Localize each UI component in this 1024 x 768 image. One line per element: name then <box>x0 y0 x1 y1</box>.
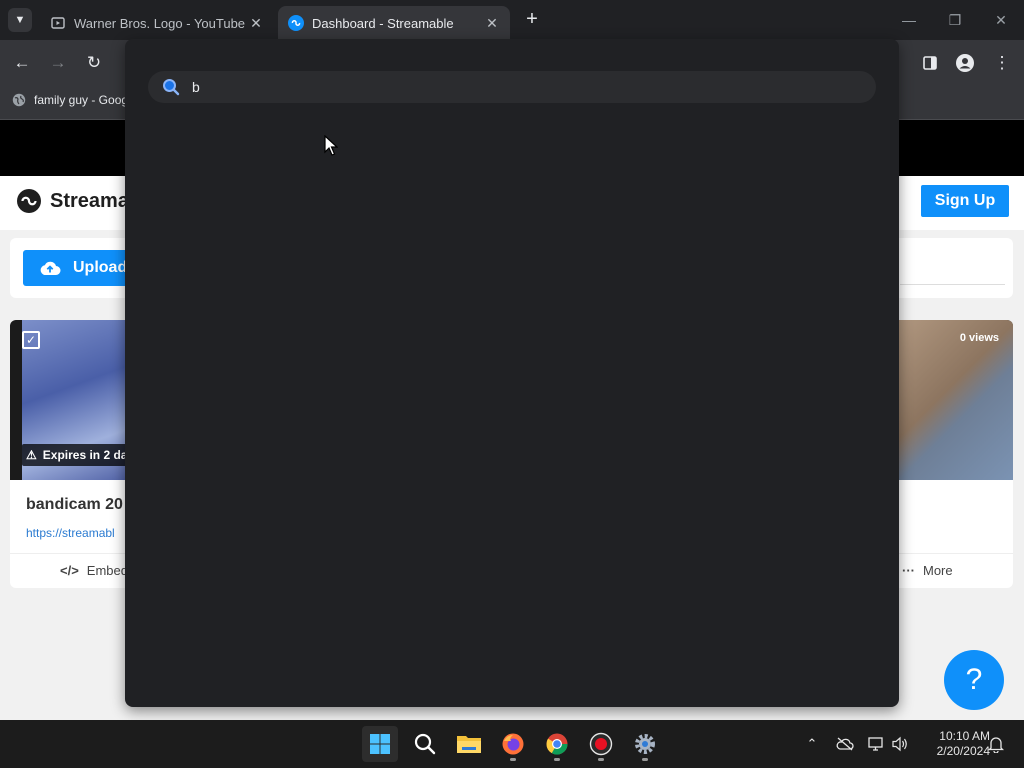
globe-icon <box>12 93 26 107</box>
network-icon[interactable] <box>866 734 886 754</box>
sign-up-button[interactable]: Sign Up <box>921 185 1009 217</box>
upload-label: Upload <box>73 259 128 276</box>
system-clock[interactable]: 10:10 AM 2/20/2024 <box>918 729 990 759</box>
more-dots-icon: ··· <box>902 563 915 578</box>
forward-arrow-icon[interactable]: → <box>45 50 71 76</box>
start-button[interactable] <box>362 726 398 762</box>
firefox-icon <box>502 733 524 755</box>
folder-icon <box>457 736 481 753</box>
search-icon <box>414 733 436 755</box>
running-indicator <box>598 758 604 761</box>
address-input[interactable] <box>192 72 876 102</box>
omnibox-dropdown <box>125 39 899 707</box>
address-bar[interactable] <box>148 71 876 103</box>
cloud-upload-icon <box>40 261 61 275</box>
chrome-button[interactable] <box>539 726 575 762</box>
more-label: More <box>923 563 953 578</box>
windows-icon <box>370 734 390 754</box>
chevron-up-icon[interactable]: ⌃ <box>802 734 822 754</box>
bookmark-family-guy[interactable]: family guy - Goog <box>12 93 128 107</box>
close-tab-icon[interactable]: ✕ <box>484 15 500 31</box>
running-indicator <box>554 758 560 761</box>
new-tab-button[interactable]: + <box>520 8 544 32</box>
running-indicator <box>642 758 648 761</box>
taskbar: ⌃ 10:10 AM 2/20/2024 <box>0 720 1024 768</box>
notification-bell-icon[interactable] <box>986 734 1006 754</box>
tab-search-button[interactable]: ▼ <box>8 8 32 32</box>
logo-text: Streama <box>50 189 129 212</box>
streamable-logo-icon <box>17 189 41 213</box>
gear-icon <box>635 734 655 754</box>
clock-time: 10:10 AM <box>939 729 990 743</box>
code-icon: </> <box>60 563 79 578</box>
embed-label: Embed <box>86 563 128 578</box>
tab-title: Warner Bros. Logo - YouTube <box>74 15 246 31</box>
reload-icon[interactable]: ↻ <box>81 50 107 76</box>
taskbar-search-button[interactable] <box>407 726 443 762</box>
streamable-logo[interactable]: Streama <box>16 188 129 214</box>
views-count: 0 views <box>959 332 999 344</box>
settings-button[interactable] <box>627 726 663 762</box>
close-window-icon[interactable]: ✕ <box>978 0 1024 40</box>
chevron-down-icon: ▼ <box>14 14 26 26</box>
streamable-icon <box>288 15 304 31</box>
record-icon <box>589 732 613 756</box>
thumbnail-image <box>890 320 1013 480</box>
chrome-icon <box>546 733 568 755</box>
volume-icon[interactable] <box>890 734 910 754</box>
file-explorer-button[interactable] <box>451 726 487 762</box>
video-link[interactable]: https://streamabl <box>26 526 115 540</box>
tab-title: Dashboard - Streamable <box>312 15 454 31</box>
divider <box>900 284 1005 285</box>
help-button[interactable]: ? <box>944 650 1004 710</box>
embed-button[interactable]: </> Embed <box>60 563 128 578</box>
restore-icon[interactable]: ❐ <box>932 0 978 40</box>
expires-text: Expires in 2 da <box>42 448 128 462</box>
select-checkbox[interactable]: ✓ <box>22 331 40 349</box>
running-indicator <box>510 758 516 761</box>
onedrive-offline-icon[interactable] <box>835 734 855 754</box>
kebab-menu-icon[interactable]: ⋮ <box>989 50 1015 76</box>
tab-youtube[interactable]: Warner Bros. Logo - YouTube ✕ <box>40 6 274 40</box>
firefox-button[interactable] <box>495 726 531 762</box>
close-tab-icon[interactable]: ✕ <box>248 15 264 31</box>
profile-icon[interactable] <box>952 50 978 76</box>
clock-date: 2/20/2024 <box>936 744 990 758</box>
expires-badge: ⚠ Expires in 2 da <box>22 444 136 466</box>
minimize-icon[interactable]: — <box>886 0 932 40</box>
mouse-cursor-icon <box>324 135 338 156</box>
back-arrow-icon[interactable]: ← <box>9 50 35 76</box>
side-panel-icon[interactable] <box>917 50 943 76</box>
warning-icon: ⚠ <box>26 448 37 462</box>
more-button[interactable]: ··· More <box>902 563 953 578</box>
tab-strip: ▼ Warner Bros. Logo - YouTube ✕ Dashboar… <box>0 0 1024 40</box>
tab-streamable[interactable]: Dashboard - Streamable ✕ <box>278 6 510 40</box>
recorder-button[interactable] <box>583 726 619 762</box>
youtube-icon <box>50 15 66 31</box>
search-icon <box>163 79 180 96</box>
video-title[interactable]: bandicam 20 <box>26 496 123 514</box>
bookmark-label: family guy - Goog <box>34 93 129 107</box>
